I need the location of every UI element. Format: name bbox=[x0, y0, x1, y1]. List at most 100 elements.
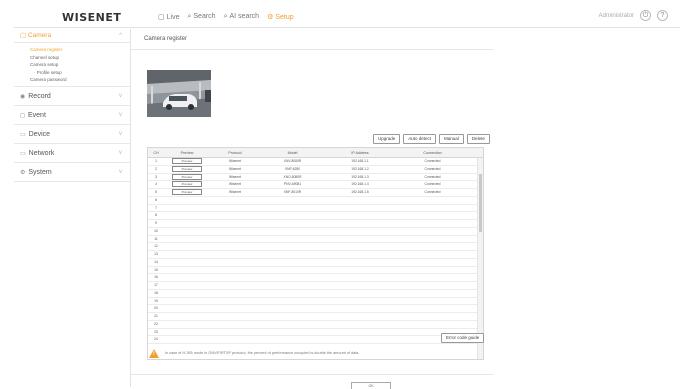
cell-model bbox=[260, 282, 325, 289]
table-row[interactable]: 6 bbox=[148, 197, 483, 205]
error-code-guide-button[interactable]: Error code guide bbox=[441, 333, 485, 343]
preview-button[interactable]: Preview bbox=[172, 181, 202, 188]
cell-protocol bbox=[210, 282, 260, 289]
cell-status: Connected bbox=[424, 166, 441, 171]
table-row[interactable]: 19 bbox=[148, 298, 483, 306]
sidebar-item-camera-setup[interactable]: Camera setup bbox=[14, 61, 130, 69]
table-row[interactable]: 24 bbox=[148, 336, 483, 344]
sidebar-item-camera-register[interactable]: Camera register bbox=[14, 46, 130, 54]
table-row[interactable]: 7 bbox=[148, 205, 483, 213]
sidebar-item-camera-password[interactable]: Camera password bbox=[14, 76, 130, 84]
cell-model bbox=[260, 298, 325, 305]
table-row[interactable]: 8 bbox=[148, 212, 483, 220]
nav-ai-search[interactable]: ⌕ AI search bbox=[224, 13, 260, 21]
title-divider bbox=[131, 49, 494, 50]
ok-button[interactable]: OK bbox=[351, 382, 391, 389]
sidebar-item-channel-setup[interactable]: Channel setup bbox=[14, 54, 130, 62]
cell-ip bbox=[325, 205, 395, 212]
cell-status bbox=[395, 220, 470, 227]
preview-button[interactable]: Preview bbox=[172, 173, 202, 180]
table-row[interactable]: 22 bbox=[148, 321, 483, 329]
help-icon[interactable]: ? bbox=[657, 10, 668, 21]
nav-live[interactable]: ▢ Live bbox=[158, 13, 179, 21]
auto-detect-button[interactable]: Auto detect bbox=[403, 134, 437, 144]
table-row[interactable]: 18 bbox=[148, 290, 483, 298]
table-row[interactable]: 21 bbox=[148, 313, 483, 321]
cell-ip: 192.168.1.4 bbox=[351, 182, 369, 187]
table-row[interactable]: 1 Preview Wisenet XNV-8080R 192.168.1.1 Conne… bbox=[148, 158, 483, 166]
sidebar-network[interactable]: ▭ Network v bbox=[14, 144, 130, 163]
cell-ip bbox=[325, 290, 395, 297]
cell-preview bbox=[164, 321, 210, 328]
table-row[interactable]: 4 Preview Wisenet PNV-A9081 192.168.1.4 Conne… bbox=[148, 181, 483, 189]
table-row[interactable]: 17 bbox=[148, 282, 483, 290]
delete-button[interactable]: Delete bbox=[466, 134, 490, 144]
sidebar-device[interactable]: ▭ Device v bbox=[14, 125, 130, 144]
cell-preview bbox=[164, 197, 210, 204]
cell-model bbox=[260, 267, 325, 274]
cell-ch: 6 bbox=[155, 197, 157, 202]
nav-label: Live bbox=[166, 14, 180, 21]
search-icon: ⌕ bbox=[187, 13, 192, 20]
scrollbar-thumb[interactable] bbox=[479, 174, 482, 232]
preview-button[interactable]: Preview bbox=[172, 158, 202, 165]
preview-button[interactable]: Preview bbox=[172, 189, 202, 196]
cell-ch: 23 bbox=[154, 329, 158, 334]
sidebar-event[interactable]: ◻ Event v bbox=[14, 106, 130, 125]
cell-ch: 2 bbox=[155, 166, 157, 171]
sidebar-item-profile-setup[interactable]: · Profile setup bbox=[14, 69, 130, 77]
cell-preview bbox=[164, 329, 210, 336]
page-title: Camera register bbox=[144, 36, 188, 42]
table-row[interactable]: 16 bbox=[148, 274, 483, 282]
user-label[interactable]: Administrator bbox=[599, 13, 634, 19]
cell-protocol: Wisenet bbox=[229, 190, 241, 194]
cell-protocol: Wisenet bbox=[229, 159, 241, 163]
network-label: Network bbox=[28, 149, 55, 157]
table-row[interactable]: 5 Preview Wisenet XNF-8010R 192.168.1.5 Conne… bbox=[148, 189, 483, 197]
device-label: Device bbox=[28, 130, 51, 138]
cell-protocol bbox=[210, 267, 260, 274]
table-row[interactable]: 15 bbox=[148, 267, 483, 275]
cell-ip bbox=[325, 236, 395, 243]
nav-gear[interactable]: ⚙ Setup bbox=[267, 13, 294, 21]
manual-button[interactable]: Manual bbox=[439, 134, 464, 144]
sidebar-system[interactable]: ⚙ System v bbox=[14, 163, 130, 182]
nav-search[interactable]: ⌕ Search bbox=[187, 13, 215, 21]
cell-status bbox=[395, 313, 470, 320]
table-scrollbar[interactable] bbox=[477, 158, 483, 359]
cell-model bbox=[260, 274, 325, 281]
cell-protocol bbox=[210, 290, 260, 297]
cell-status bbox=[395, 305, 470, 312]
table-row[interactable]: 23 bbox=[148, 329, 483, 337]
cell-protocol bbox=[210, 251, 260, 258]
table-row[interactable]: 14 bbox=[148, 259, 483, 267]
sidebar-camera[interactable]: ▢ Camera ^ bbox=[14, 29, 130, 43]
table-row[interactable]: 3 Preview Wisenet XNO-8080R 192.168.1.3 Conne… bbox=[148, 173, 483, 182]
cell-ch: 13 bbox=[154, 252, 158, 256]
logout-icon[interactable]: ⏻ bbox=[640, 10, 651, 21]
cell-protocol: Wisenet bbox=[229, 166, 241, 171]
chevron-down-icon: v bbox=[119, 149, 122, 156]
nav-label: Setup bbox=[275, 14, 294, 21]
table-row[interactable]: 11 bbox=[148, 236, 483, 244]
cell-protocol bbox=[210, 313, 260, 320]
cell-model: XNP-6250 bbox=[284, 166, 301, 171]
cell-protocol bbox=[210, 305, 260, 312]
table-row[interactable]: 12 bbox=[148, 243, 483, 251]
upgrade-button[interactable]: Upgrade bbox=[373, 134, 401, 144]
header-ip-address: IP Address bbox=[351, 151, 369, 155]
header-ch[interactable]: CH bbox=[148, 148, 164, 157]
cell-status bbox=[395, 197, 470, 204]
cell-ch: 1 bbox=[155, 159, 157, 163]
table-row[interactable]: 20 bbox=[148, 305, 483, 313]
table-row[interactable]: 2 Preview Wisenet XNP-6250 192.168.1.2 Connec… bbox=[148, 165, 483, 174]
table-row[interactable]: 13 bbox=[148, 251, 483, 259]
sidebar-record[interactable]: ◉ Record v bbox=[14, 87, 130, 106]
cell-model bbox=[260, 259, 325, 266]
cell-ip bbox=[325, 274, 395, 281]
preview-button[interactable]: Preview bbox=[172, 165, 202, 172]
table-row[interactable]: 9 bbox=[148, 220, 483, 228]
cell-model: PNV-A9081 bbox=[283, 182, 302, 187]
cell-protocol bbox=[210, 298, 260, 305]
table-row[interactable]: 10 bbox=[148, 228, 483, 236]
